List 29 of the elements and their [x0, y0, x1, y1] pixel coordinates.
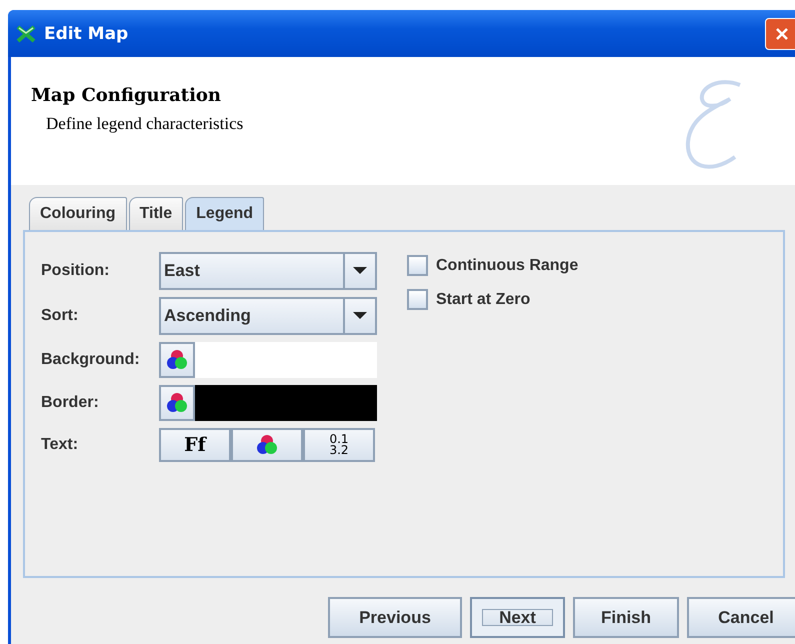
tab[interactable]: Title [128, 197, 184, 230]
field-label: Text: [41, 436, 80, 454]
caret-icon [353, 267, 367, 275]
color-picker-button[interactable] [231, 428, 303, 462]
page-subtitle: Define legend characteristics [46, 114, 244, 134]
caret-icon [353, 312, 367, 320]
tab[interactable]: Legend [185, 197, 264, 230]
dropdown[interactable]: East [159, 252, 377, 290]
field-label: Position: [41, 262, 110, 280]
wizard-button[interactable]: Next [470, 597, 565, 638]
wizard-button[interactable]: Previous [328, 597, 462, 638]
close-icon [774, 26, 790, 42]
tab[interactable]: Colouring [29, 197, 127, 230]
number-format-button[interactable]: 0.1 3.2 [303, 428, 375, 462]
app-icon [16, 24, 36, 44]
field-label: Background: [41, 351, 141, 369]
font-button[interactable]: Ff [159, 428, 231, 462]
wizard-button[interactable]: Cancel [687, 597, 795, 638]
field-label: Border: [41, 394, 100, 412]
page-title: Map Configuration [31, 85, 222, 106]
close-button[interactable] [765, 18, 795, 50]
color-picker-button[interactable] [159, 385, 195, 421]
checkbox[interactable]: Continuous Range [407, 255, 578, 276]
dropdown[interactable]: Ascending [159, 297, 377, 335]
wizard-button[interactable]: Finish [573, 597, 679, 638]
checkbox[interactable]: Start at Zero [407, 289, 578, 310]
color-picker-button[interactable] [159, 342, 195, 378]
field-label: Sort: [41, 307, 80, 325]
window-title: Edit Map [44, 24, 130, 44]
